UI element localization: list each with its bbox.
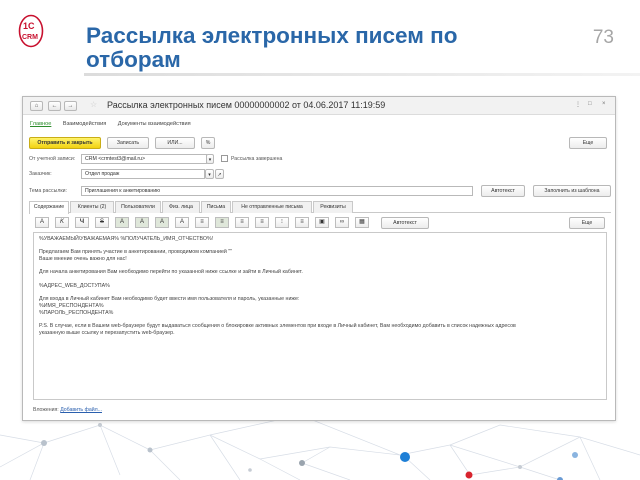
align-center-icon[interactable]: ≡ xyxy=(215,217,229,228)
order-dropdown-icon[interactable]: ▾ xyxy=(205,169,214,179)
favorite-star-icon[interactable]: ☆ xyxy=(90,100,97,109)
clear-format-icon[interactable]: A xyxy=(175,217,189,228)
menu-dots-icon[interactable]: ⋮ xyxy=(575,101,581,108)
tab-requisites[interactable]: Реквизиты xyxy=(313,201,353,213)
background-color-icon[interactable]: A xyxy=(155,217,169,228)
message-editor[interactable]: %УВАЖАЕМЫЙ\УВАЖАЕМАЯ% %ПОЛУЧАТЕЛЬ_ИМЯ_ОТ… xyxy=(33,232,607,400)
body-line: Для начала анкетирования Вам необходимо … xyxy=(39,269,303,275)
campaign-done-label: Рассылка завершена xyxy=(231,156,283,162)
maximize-icon[interactable]: □ xyxy=(588,101,592,107)
nav-links: Главное Взаимодействия Документы взаимод… xyxy=(30,121,201,131)
body-line: P.S. В случае, если в Вашем web-браузере… xyxy=(39,323,516,329)
forward-icon[interactable]: → xyxy=(64,101,77,111)
format-more-button[interactable]: Еще xyxy=(569,217,605,229)
body-line: %ПАРОЛЬ_РЕСПОНДЕНТА% xyxy=(39,310,114,316)
fill-from-template-button[interactable]: Заполнить из шаблона xyxy=(533,185,611,197)
account-dropdown-icon[interactable]: ▾ xyxy=(206,154,214,164)
document-window: ⌂ ← → ☆ Рассылка электронных писем 00000… xyxy=(22,96,616,421)
image-icon[interactable]: ▣ xyxy=(315,217,329,228)
svg-text:1C: 1C xyxy=(23,21,35,31)
align-left-icon[interactable]: ≡ xyxy=(195,217,209,228)
body-line: %ИМЯ_РЕСПОНДЕНТА% xyxy=(39,303,104,309)
numbered-list-icon[interactable]: ≡ xyxy=(295,217,309,228)
link-icon[interactable]: ∞ xyxy=(335,217,349,228)
subject-label: Тема рассылки: xyxy=(29,188,67,194)
crm-logo: 1C CRM xyxy=(18,14,44,48)
close-icon[interactable]: × xyxy=(602,101,606,107)
slide: 1C CRM Рассылка электронных писем по отб… xyxy=(0,0,640,480)
back-icon[interactable]: ← xyxy=(48,101,61,111)
percent-icon[interactable]: % xyxy=(201,137,215,149)
justify-icon[interactable]: ≡ xyxy=(255,217,269,228)
subject-field[interactable]: Приглашения к анкетированию xyxy=(81,186,473,196)
attachments-label: Вложения: xyxy=(33,407,59,413)
bold-icon[interactable]: Ч xyxy=(75,217,89,228)
tab-persons[interactable]: Физ. лица xyxy=(162,201,200,213)
nav-link-interactions[interactable]: Взаимодействия xyxy=(63,121,106,127)
strikethrough-icon[interactable]: S xyxy=(95,217,109,228)
font-icon[interactable]: A xyxy=(35,217,49,228)
body-line: %УВАЖАЕМЫЙ\УВАЖАЕМАЯ% %ПОЛУЧАТЕЛЬ_ИМЯ_ОТ… xyxy=(39,236,214,242)
italic-icon[interactable]: K xyxy=(55,217,69,228)
logo-text: CRM xyxy=(22,34,38,41)
toolbar: Отправить и закрыть Записать ИЛИ... % Ещ… xyxy=(29,137,611,150)
body-line: %АДРЕС_WEB_ДОСТУПА% xyxy=(39,283,110,289)
format-toolbar: A K Ч S A A A A ≡ ≡ ≡ ≡ ⁝ ≡ ▣ ∞ ▦ Автоте… xyxy=(31,217,611,229)
tab-content[interactable]: Содержание xyxy=(29,201,69,214)
account-field[interactable]: CRM <crmtest3@mail.ru> xyxy=(81,154,207,164)
more-button[interactable]: Еще xyxy=(569,137,607,149)
account-label: От учетной записи: xyxy=(29,156,76,162)
campaign-done-checkbox[interactable] xyxy=(221,155,228,162)
window-title: Рассылка электронных писем 00000000002 о… xyxy=(107,100,386,110)
order-field[interactable]: Отдел продаж xyxy=(81,169,205,179)
home-icon[interactable]: ⌂ xyxy=(30,101,43,111)
nav-link-main[interactable]: Главное xyxy=(30,121,51,127)
text-color-icon[interactable]: A xyxy=(115,217,129,228)
attachments-row: Вложения: Добавить файл... xyxy=(33,407,102,413)
or-dropdown-button[interactable]: ИЛИ... xyxy=(155,137,195,149)
bullet-list-icon[interactable]: ⁝ xyxy=(275,217,289,228)
tab-unsent-letters[interactable]: Не отправленные письма xyxy=(232,201,312,213)
body-line: Для входа в Личный кабинет Вам необходим… xyxy=(39,296,300,302)
add-file-link[interactable]: Добавить файл... xyxy=(60,407,102,413)
body-line: указанную выше ссылку и перезапустить we… xyxy=(39,330,175,336)
tab-clients[interactable]: Клиенты (2) xyxy=(70,201,114,213)
nav-link-interaction-docs[interactable]: Документы взаимодействия xyxy=(118,121,191,127)
order-label: Заказчик: xyxy=(29,171,52,177)
body-line: Ваше мнение очень важно для нас! xyxy=(39,256,127,262)
order-open-icon[interactable]: ↗ xyxy=(215,169,224,179)
save-button[interactable]: Записать xyxy=(107,137,149,149)
tab-bar: Содержание Клиенты (2) Пользователи Физ.… xyxy=(29,201,611,214)
send-and-close-button[interactable]: Отправить и закрыть xyxy=(29,137,101,149)
page-number: 73 xyxy=(592,27,614,48)
format-autotext-button[interactable]: Автотекст xyxy=(381,217,429,229)
autotext-button[interactable]: Автотекст xyxy=(481,185,525,197)
header-divider xyxy=(84,73,640,76)
align-right-icon[interactable]: ≡ xyxy=(235,217,249,228)
table-icon[interactable]: ▦ xyxy=(355,217,369,228)
window-titlebar: ⌂ ← → ☆ Рассылка электронных писем 00000… xyxy=(23,97,615,115)
tab-users[interactable]: Пользователи xyxy=(115,201,161,213)
tab-letters[interactable]: Письма xyxy=(201,201,231,213)
slide-title: Рассылка электронных писем по отборам xyxy=(86,23,458,72)
highlight-icon[interactable]: A xyxy=(135,217,149,228)
body-line: Предлагаем Вам принять участие в анкетир… xyxy=(39,249,233,255)
